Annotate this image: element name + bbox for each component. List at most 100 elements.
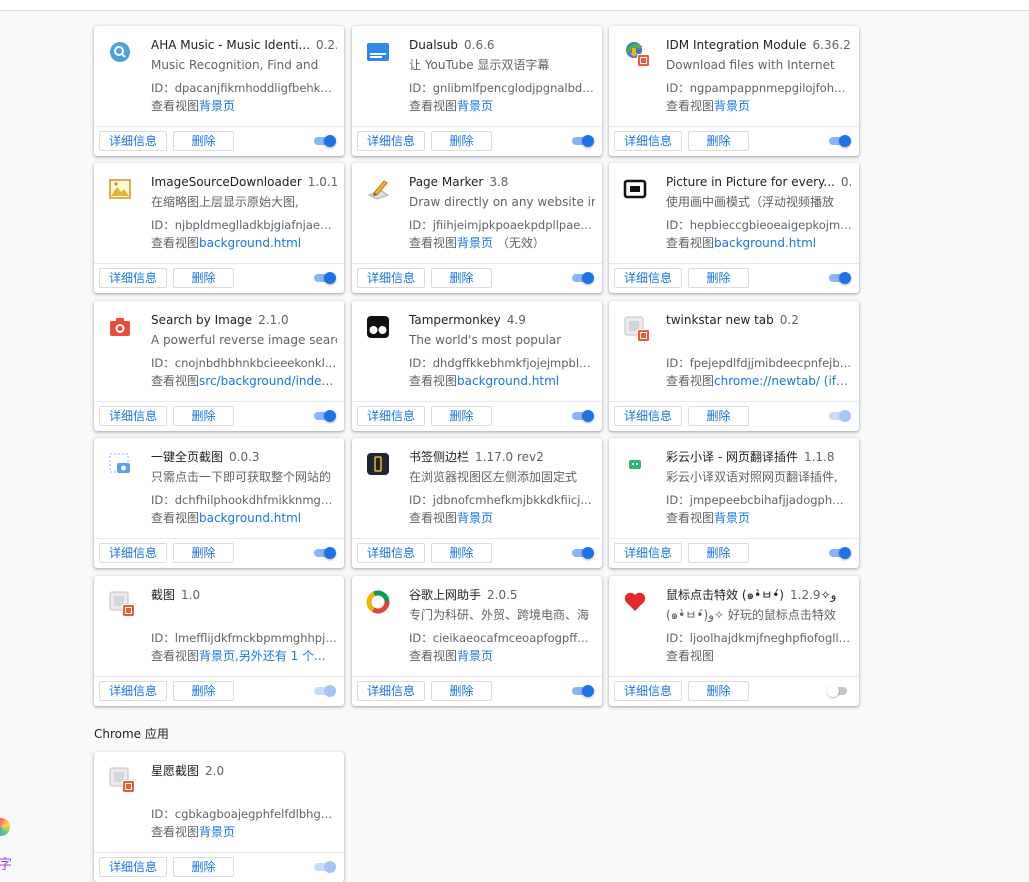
card-divider: [352, 263, 602, 264]
remove-button[interactable]: 删除: [173, 681, 234, 701]
extension-title: 截图 1.0: [151, 587, 337, 603]
chrome-ring-icon: [366, 590, 390, 614]
enable-toggle[interactable]: [312, 272, 336, 284]
policy-badge-icon: [637, 54, 650, 67]
inspect-view-link[interactable]: background.html: [199, 236, 301, 250]
browser-avatar-icon[interactable]: [0, 818, 10, 836]
enable-toggle[interactable]: [312, 861, 336, 873]
extension-card: Page Marker 3.8 Draw directly on any websi…: [352, 163, 602, 293]
remove-button[interactable]: 删除: [688, 543, 749, 563]
details-button[interactable]: 详细信息: [614, 681, 682, 701]
inspect-views-label: 查看视图: [151, 236, 200, 250]
inspect-views: 查看视图背景页: [151, 98, 337, 114]
details-button[interactable]: 详细信息: [614, 406, 682, 426]
extension-title: twinkstar new tab 0.2: [666, 312, 852, 328]
extension-description: [151, 783, 337, 800]
inspect-view-link[interactable]: 背景页: [199, 825, 235, 839]
extension-description: 只需点击一下即可获取整个网站的: [151, 470, 332, 484]
inspect-view-link[interactable]: 背景页: [457, 649, 493, 663]
enable-toggle[interactable]: [570, 272, 594, 284]
extension-card: 书签侧边栏 1.17.0 rev2 在浏览器视图区左侧添加固定式 ID：jdbnofc…: [352, 438, 602, 568]
inspect-view-link[interactable]: 背景页: [457, 511, 493, 525]
remove-button[interactable]: 删除: [688, 406, 749, 426]
extension-version: 1.17.0 rev2: [475, 450, 544, 464]
remove-button[interactable]: 删除: [173, 131, 234, 151]
inspect-view-link[interactable]: 背景页: [457, 99, 493, 113]
details-button[interactable]: 详细信息: [99, 543, 167, 563]
details-button[interactable]: 详细信息: [99, 406, 167, 426]
enable-toggle[interactable]: [312, 685, 336, 697]
enable-toggle[interactable]: [827, 410, 851, 422]
extension-title: 一键全页截图 0.0.3: [151, 449, 337, 465]
extension-id: ID：fpejepdlfdjjmibdeecpnfejbio...: [666, 356, 852, 370]
inspect-view-link[interactable]: src/background/index....: [199, 374, 337, 388]
idm-icon: [623, 40, 650, 67]
inspect-view-link[interactable]: background.html: [457, 374, 559, 388]
extension-title: Dualsub 0.6.6: [409, 37, 595, 53]
enable-toggle[interactable]: [570, 547, 594, 559]
toggle-knob: [324, 272, 336, 284]
details-button[interactable]: 详细信息: [357, 406, 425, 426]
enable-toggle[interactable]: [312, 135, 336, 147]
inspect-view-link[interactable]: background.html: [199, 511, 301, 525]
inspect-view-link[interactable]: chrome://newtab/ (ifra...: [714, 374, 852, 388]
remove-button[interactable]: 删除: [431, 681, 492, 701]
enable-toggle[interactable]: [827, 547, 851, 559]
inspect-view-link[interactable]: 背景页,另外还有 1 个...: [199, 649, 326, 663]
enable-toggle[interactable]: [827, 135, 851, 147]
enable-toggle[interactable]: [570, 135, 594, 147]
details-button[interactable]: 详细信息: [357, 681, 425, 701]
extension-title: 书签侧边栏 1.17.0 rev2: [409, 449, 595, 465]
extension-name: 谷歌上网助手: [409, 588, 482, 602]
details-button[interactable]: 详细信息: [614, 131, 682, 151]
enable-toggle[interactable]: [827, 685, 851, 697]
extension-version: 1.0: [181, 588, 201, 602]
remove-button[interactable]: 删除: [688, 131, 749, 151]
details-button[interactable]: 详细信息: [99, 857, 167, 877]
inspect-view-link[interactable]: 背景页: [714, 511, 750, 525]
bookmark-sidebar-icon: [366, 452, 390, 476]
details-button[interactable]: 详细信息: [357, 131, 425, 151]
inspect-view-link[interactable]: 背景页: [457, 236, 493, 250]
side-glyph-icon: 字: [0, 857, 12, 873]
inspect-view-link[interactable]: background.html: [714, 236, 816, 250]
enable-toggle[interactable]: [312, 547, 336, 559]
enable-toggle[interactable]: [312, 410, 336, 422]
inspect-view-link[interactable]: 背景页: [199, 99, 235, 113]
details-button[interactable]: 详细信息: [99, 268, 167, 288]
remove-button[interactable]: 删除: [173, 268, 234, 288]
remove-button[interactable]: 删除: [431, 131, 492, 151]
enable-toggle[interactable]: [570, 685, 594, 697]
remove-button[interactable]: 删除: [688, 268, 749, 288]
card-divider: [94, 852, 344, 853]
inspect-views-label: 查看视图: [409, 511, 458, 525]
enable-toggle[interactable]: [570, 410, 594, 422]
extension-version: 4.9: [506, 313, 526, 327]
extension-description: (๑•̀ㅂ•́)و✧ 好玩的鼠标点击特效: [666, 608, 836, 622]
remove-button[interactable]: 删除: [173, 543, 234, 563]
details-button[interactable]: 详细信息: [614, 543, 682, 563]
inspect-views-label: 查看视图: [409, 374, 458, 388]
details-button[interactable]: 详细信息: [357, 268, 425, 288]
details-button[interactable]: 详细信息: [99, 681, 167, 701]
remove-button[interactable]: 删除: [173, 857, 234, 877]
extension-card: 鼠标点击特效 (๑•̀ㅂ•́)و✧1.2.9 (๑•̀ㅂ•́)و✧ 好玩的鼠标点击…: [609, 576, 859, 706]
inspect-view-link[interactable]: 背景页: [714, 99, 750, 113]
enable-toggle[interactable]: [827, 272, 851, 284]
details-button[interactable]: 详细信息: [357, 543, 425, 563]
extension-name: 一键全页截图: [151, 450, 224, 464]
remove-button[interactable]: 删除: [431, 406, 492, 426]
inspect-views: 查看视图: [666, 648, 852, 664]
remove-button[interactable]: 删除: [431, 543, 492, 563]
details-button[interactable]: 详细信息: [99, 131, 167, 151]
extension-name: 星愿截图: [151, 764, 200, 778]
details-button[interactable]: 详细信息: [614, 268, 682, 288]
extension-id: ID：cgbkagboajegphfelfdlbhgef...: [151, 807, 337, 821]
remove-button[interactable]: 删除: [431, 268, 492, 288]
remove-button[interactable]: 删除: [688, 681, 749, 701]
inspect-views-label: 查看视图: [151, 649, 200, 663]
inspect-views-label: 查看视图: [409, 649, 458, 663]
extension-name: 截图: [151, 588, 176, 602]
remove-button[interactable]: 删除: [173, 406, 234, 426]
extension-description: [151, 607, 337, 624]
